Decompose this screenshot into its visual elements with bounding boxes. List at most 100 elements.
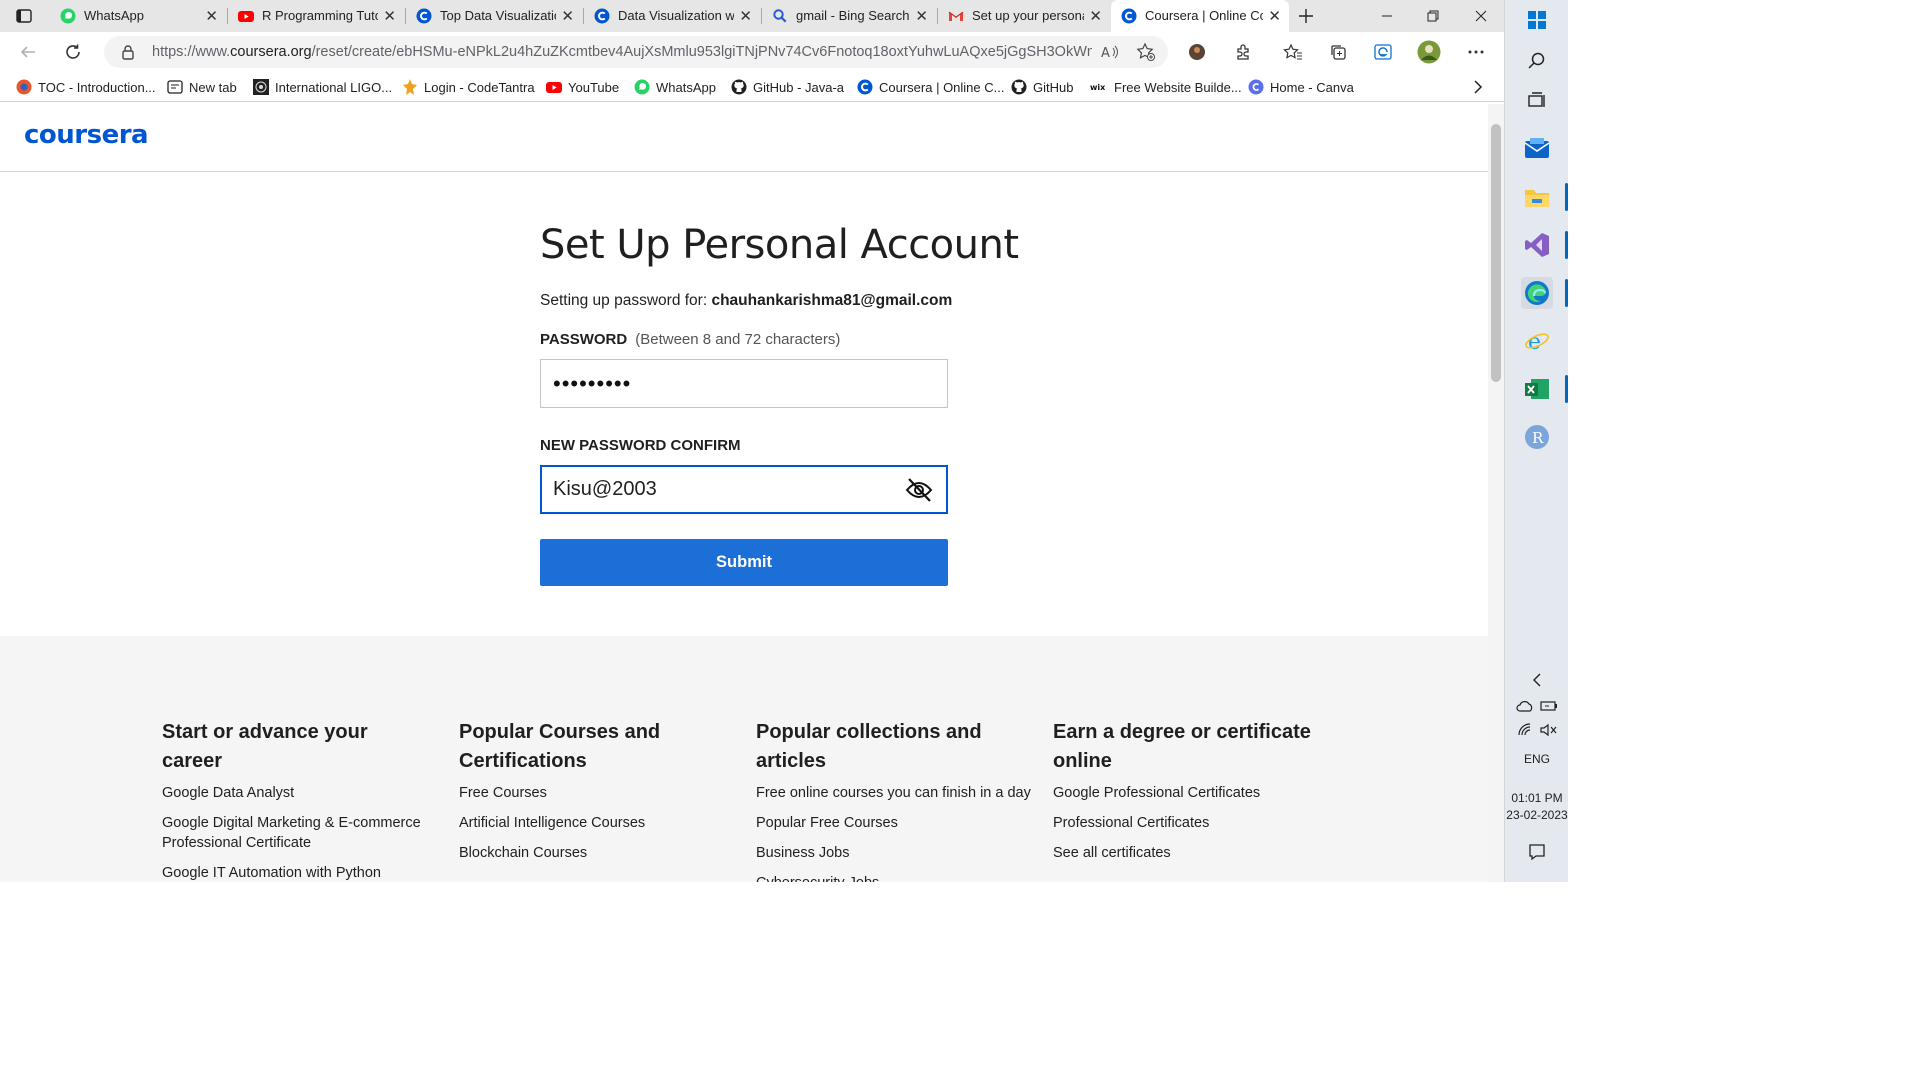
refresh-icon[interactable] (61, 40, 85, 64)
favorite-new-tab[interactable]: New tab (167, 78, 237, 96)
close-icon[interactable]: ✕ (739, 7, 752, 25)
edge-icon[interactable] (1521, 277, 1553, 309)
footer-link[interactable]: Free online courses you can finish in a … (756, 783, 1041, 803)
lock-icon[interactable] (116, 40, 140, 64)
footer-link[interactable]: Artificial Intelligence Courses (459, 813, 729, 833)
close-icon[interactable]: ✕ (1089, 7, 1102, 25)
page-content: coursera Set Up Personal Account Setting… (0, 104, 1488, 882)
favorite-label: YouTube (568, 79, 620, 95)
extensions-icon[interactable] (1231, 40, 1255, 64)
favorite-github-java[interactable]: GitHub - Java-a (731, 78, 844, 96)
favorite-label: WhatsApp (656, 79, 716, 95)
system-clock[interactable]: 01:01 PM 23-02-2023 (1505, 790, 1569, 824)
notifications-icon[interactable] (1521, 836, 1553, 868)
url-field[interactable]: https://www.coursera.org/reset/create/eb… (104, 36, 1168, 68)
password-field[interactable]: ••••••••• (540, 359, 948, 408)
favorite-label: Home - Canva (1270, 79, 1354, 95)
password-hint: (Between 8 and 72 characters) (635, 331, 841, 348)
footer-link[interactable]: Google Data Analyst (162, 783, 432, 803)
coursera-icon (1121, 8, 1137, 24)
internet-explorer-icon[interactable]: e (1521, 325, 1553, 357)
tab-title: Set up your persona (972, 8, 1084, 23)
footer-link[interactable]: Business Jobs (756, 843, 1041, 863)
favorite-youtube[interactable]: YouTube (546, 78, 619, 96)
favorites-icon[interactable] (1281, 40, 1305, 64)
youtube-icon (238, 8, 254, 24)
tab-whatsapp[interactable]: WhatsApp ✕ (50, 0, 226, 32)
url-path: /reset/create/ebHSMu-eNPkL2u4hZuZKcmtbev… (311, 44, 1092, 60)
file-explorer-icon[interactable] (1521, 181, 1553, 213)
tab-data-visualization[interactable]: Data Visualization w ✕ (584, 0, 760, 32)
favorite-label: TOC - Introduction... (38, 79, 156, 95)
footer-link[interactable]: Popular Free Courses (756, 813, 1041, 833)
toc-icon (16, 79, 32, 95)
profile-extension-icon[interactable] (1185, 40, 1209, 64)
footer-link[interactable]: Free Courses (459, 783, 729, 803)
footer-link[interactable]: Cybersecurity Jobs (756, 873, 1041, 882)
confirm-password-field[interactable]: Kisu@2003 (540, 465, 948, 514)
back-icon[interactable] (16, 40, 40, 64)
task-view-icon[interactable] (1521, 85, 1553, 117)
new-tab-icon[interactable] (1294, 4, 1318, 28)
close-icon[interactable]: ✕ (561, 7, 574, 25)
close-window-icon[interactable] (1458, 0, 1504, 32)
close-icon[interactable]: ✕ (205, 7, 218, 25)
coursera-logo[interactable]: coursera (24, 120, 149, 150)
github-icon (731, 79, 747, 95)
favorite-github[interactable]: GitHub (1011, 78, 1073, 96)
page-scrollbar[interactable] (1488, 104, 1504, 882)
submit-button[interactable]: Submit (540, 539, 948, 586)
collections-icon[interactable] (1326, 40, 1350, 64)
favorite-canva[interactable]: Home - Canva (1248, 78, 1354, 96)
minimize-icon[interactable] (1364, 0, 1410, 32)
user-avatar[interactable] (1417, 40, 1441, 64)
url-text: https://www.coursera.org/reset/create/eb… (152, 44, 1092, 60)
close-icon[interactable]: ✕ (383, 7, 396, 25)
search-icon[interactable] (1521, 45, 1553, 77)
tab-r-programming[interactable]: R Programming Tuto ✕ (228, 0, 404, 32)
favorite-label: Coursera | Online C... (879, 79, 1005, 95)
footer-link[interactable]: Google Digital Marketing & E-commerce Pr… (162, 813, 432, 853)
windows-start-icon[interactable] (1521, 4, 1553, 36)
coursera-icon (857, 79, 873, 95)
clock-date: 23-02-2023 (1506, 808, 1568, 822)
favorite-whatsapp[interactable]: WhatsApp (634, 78, 716, 96)
chevron-right-icon[interactable] (1466, 75, 1490, 99)
volume-muted-icon[interactable] (1535, 714, 1563, 746)
close-icon[interactable]: ✕ (915, 7, 928, 25)
add-favorite-icon[interactable] (1134, 40, 1158, 64)
close-icon[interactable]: ✕ (1268, 7, 1281, 25)
favorite-coursera[interactable]: Coursera | Online C... (857, 78, 1004, 96)
password-label: PASSWORD (Between 8 and 72 characters) (540, 331, 840, 348)
footer-link[interactable]: Google IT Automation with Python Profess… (162, 863, 432, 882)
r-app-icon[interactable]: R (1521, 421, 1553, 453)
footer-link[interactable]: Blockchain Courses (459, 843, 729, 863)
favorite-toc[interactable]: TOC - Introduction... (16, 78, 156, 96)
scrollbar-thumb[interactable] (1491, 124, 1501, 382)
hide-password-icon[interactable] (904, 475, 934, 505)
tab-top-data-visualization[interactable]: Top Data Visualizatio ✕ (406, 0, 582, 32)
language-indicator[interactable]: ENG (1505, 752, 1569, 766)
read-aloud-icon[interactable]: A (1098, 40, 1122, 64)
mail-icon[interactable] (1521, 133, 1553, 165)
footer-link[interactable]: Professional Certificates (1053, 813, 1323, 833)
password-label-text: PASSWORD (540, 331, 628, 348)
tab-gmail[interactable]: Set up your persona ✕ (938, 0, 1110, 32)
tab-bar: WhatsApp ✕ R Programming Tuto ✕ Top Data… (0, 0, 1504, 32)
footer-link[interactable]: Google Professional Certificates (1053, 783, 1323, 803)
favorite-codetantra[interactable]: Login - CodeTantra (402, 78, 535, 96)
footer-link[interactable]: See all certificates (1053, 843, 1323, 863)
restore-icon[interactable] (1410, 0, 1456, 32)
visual-studio-icon[interactable] (1521, 229, 1553, 261)
edge-bar-icon[interactable] (1371, 40, 1395, 64)
tab-coursera-active[interactable]: Coursera | Online Co ✕ (1111, 0, 1289, 32)
footer-heading: Popular Courses and Certifications (459, 721, 661, 772)
newtab-icon (167, 79, 183, 95)
tab-bing-search[interactable]: gmail - Bing Search ✕ (762, 0, 936, 32)
more-menu-icon[interactable] (1464, 40, 1488, 64)
favorite-wix[interactable]: wix Free Website Builde... (1090, 78, 1242, 96)
favorite-ligo[interactable]: International LIGO... (253, 78, 392, 96)
gmail-icon (948, 8, 964, 24)
excel-icon[interactable] (1521, 373, 1553, 405)
tab-actions-icon[interactable] (12, 4, 36, 28)
